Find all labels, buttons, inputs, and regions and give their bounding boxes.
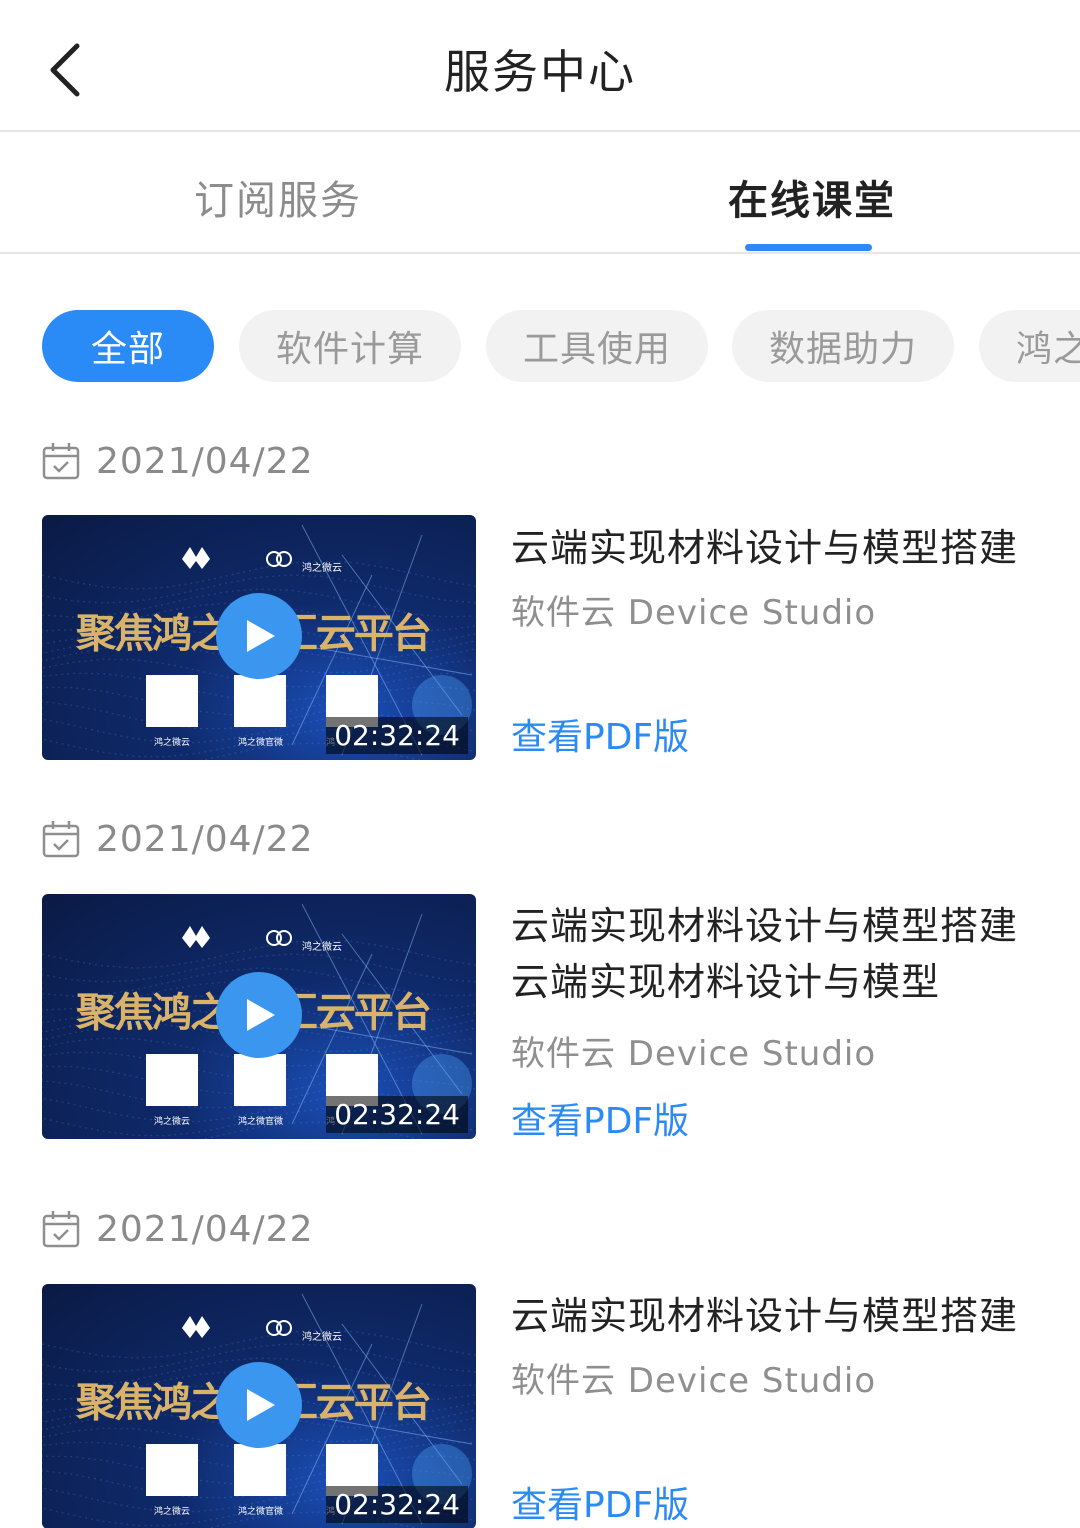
header-bar: 服务中心 xyxy=(0,0,1080,132)
category-filter: 全部 软件计算 工具使用 数据助力 鸿之 xyxy=(0,310,1080,384)
page-title: 服务中心 xyxy=(444,45,636,99)
date-row: 2021/04/22 xyxy=(42,1204,314,1254)
tab-online-classroom[interactable]: 在线课堂 xyxy=(728,168,896,226)
course-title[interactable]: 云端实现材料设计与模型搭建 云端实现材料设计与模型 xyxy=(511,898,1051,1010)
qr-label: 鸿之微云 xyxy=(154,738,191,748)
qr-code xyxy=(234,675,286,727)
play-icon xyxy=(247,1389,275,1421)
play-button[interactable] xyxy=(216,972,302,1058)
course-title[interactable]: 云端实现材料设计与模型搭建 xyxy=(511,520,1051,576)
date-row: 2021/04/22 xyxy=(42,814,314,864)
view-pdf-link[interactable]: 查看PDF版 xyxy=(511,1092,689,1144)
course-date: 2021/04/22 xyxy=(96,818,314,860)
brand-logo-text: 鸿之微云 xyxy=(302,942,342,953)
course-title-line[interactable]: 云端实现材料设计与模型搭建 xyxy=(511,1288,1051,1344)
play-button[interactable] xyxy=(216,593,302,679)
chip-hongzhi[interactable]: 鸿之 xyxy=(979,310,1080,382)
qr-label: 鸿之微云 xyxy=(154,1117,191,1127)
chip-data-assist[interactable]: 数据助力 xyxy=(732,310,954,382)
video-duration: 02:32:24 xyxy=(326,1096,468,1133)
brand-logo-text: 鸿之微云 xyxy=(302,1332,342,1343)
qr-code xyxy=(234,1054,286,1106)
chip-software-compute[interactable]: 软件计算 xyxy=(239,310,461,382)
brand-logo-text: 鸿之微云 xyxy=(302,563,342,574)
course-title-line[interactable]: 云端实现材料设计与模型搭建 xyxy=(511,520,1051,576)
tab-bar: 订阅服务 在线课堂 xyxy=(0,134,1080,254)
qr-code xyxy=(234,1444,286,1496)
video-thumbnail[interactable]: 鸿之微云聚焦鸿之微 汇云平台鸿之微云鸿之微官微鸿02:32:24 xyxy=(42,894,476,1139)
video-thumbnail[interactable]: 鸿之微云聚焦鸿之微 汇云平台鸿之微云鸿之微官微鸿02:32:24 xyxy=(42,1284,476,1528)
video-duration: 02:32:24 xyxy=(326,1486,468,1523)
play-button[interactable] xyxy=(216,1362,302,1448)
qr-code xyxy=(146,1444,198,1496)
calendar-check-icon xyxy=(42,821,80,858)
play-icon xyxy=(247,999,275,1031)
course-date: 2021/04/22 xyxy=(96,440,314,482)
play-icon xyxy=(247,620,275,652)
course-title-line[interactable]: 云端实现材料设计与模型搭建 xyxy=(511,898,1051,954)
active-tab-indicator xyxy=(745,244,872,251)
calendar-check-icon xyxy=(42,1211,80,1248)
chip-tool-usage[interactable]: 工具使用 xyxy=(486,310,708,382)
course-date: 2021/04/22 xyxy=(96,1208,314,1250)
course-title-line[interactable]: 云端实现材料设计与模型 xyxy=(511,954,1051,1010)
view-pdf-link[interactable]: 查看PDF版 xyxy=(511,708,689,760)
tab-subscription[interactable]: 订阅服务 xyxy=(194,168,362,226)
qr-code xyxy=(146,675,198,727)
course-subtitle: 软件云 Device Studio xyxy=(511,1034,877,1074)
qr-label: 鸿之微官微 xyxy=(238,1117,284,1127)
video-thumbnail[interactable]: 鸿之微云聚焦鸿之微 汇云平台鸿之微云鸿之微官微鸿02:32:24 xyxy=(42,515,476,760)
course-title[interactable]: 云端实现材料设计与模型搭建 xyxy=(511,1288,1051,1344)
calendar-check-icon xyxy=(42,443,80,480)
qr-code xyxy=(146,1054,198,1106)
chip-all[interactable]: 全部 xyxy=(42,310,214,382)
qr-label: 鸿之微官微 xyxy=(238,738,284,748)
date-row: 2021/04/22 xyxy=(42,436,314,486)
qr-label: 鸿之微官微 xyxy=(238,1507,284,1517)
view-pdf-link[interactable]: 查看PDF版 xyxy=(511,1476,689,1528)
course-subtitle: 软件云 Device Studio xyxy=(511,1361,877,1401)
qr-label: 鸿之微云 xyxy=(154,1507,191,1517)
course-subtitle: 软件云 Device Studio xyxy=(511,593,877,633)
video-duration: 02:32:24 xyxy=(326,717,468,754)
